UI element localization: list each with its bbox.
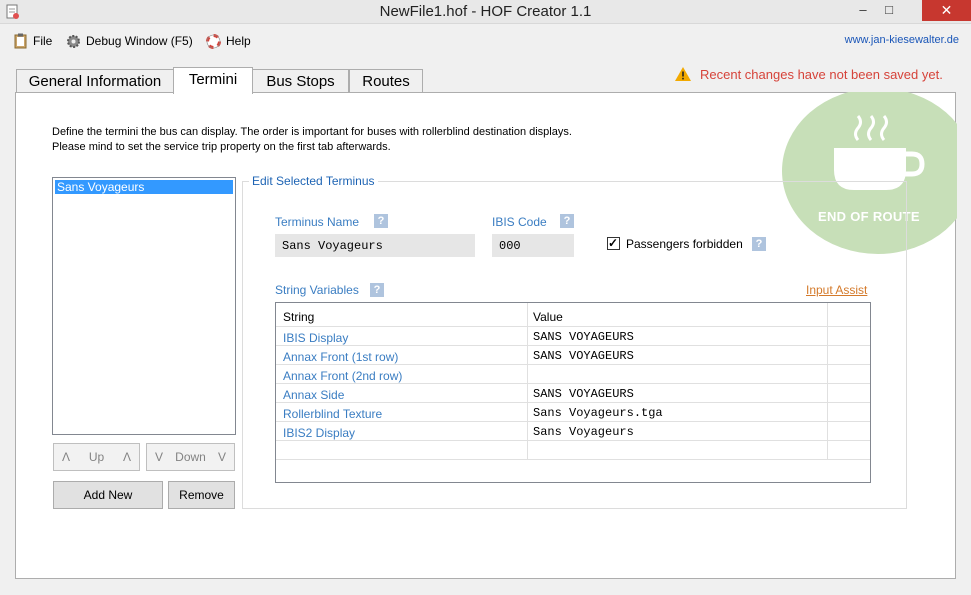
move-down-button[interactable]: V Down V bbox=[146, 443, 235, 471]
string-variables-help-icon[interactable]: ? bbox=[370, 283, 384, 297]
menu-help-label: Help bbox=[226, 34, 251, 48]
move-up-label: Up bbox=[88, 450, 105, 464]
table-row[interactable]: Annax Front (2nd row) bbox=[276, 365, 870, 384]
menu-file[interactable]: File bbox=[14, 32, 52, 50]
terminus-name-input[interactable]: Sans Voyageurs bbox=[275, 234, 475, 257]
lifebuoy-icon bbox=[206, 33, 221, 49]
move-down-label: Down bbox=[175, 450, 206, 464]
maximize-button[interactable]: □ bbox=[876, 0, 902, 21]
website-link[interactable]: www.jan-kiesewalter.de bbox=[845, 34, 959, 46]
row-string: Annax Side bbox=[283, 388, 345, 402]
gear-icon bbox=[67, 34, 80, 48]
table-row[interactable]: Annax Side SANS VOYAGEURS bbox=[276, 384, 870, 403]
table-row[interactable]: IBIS Display SANS VOYAGEURS bbox=[276, 327, 870, 346]
table-header: String Value bbox=[276, 303, 870, 327]
add-new-button[interactable]: Add New bbox=[53, 481, 163, 509]
passengers-forbidden-label[interactable]: Passengers forbidden bbox=[626, 237, 743, 251]
row-string: IBIS2 Display bbox=[283, 426, 356, 440]
menu-help[interactable]: Help bbox=[206, 32, 251, 50]
menu-debug-label: Debug Window (F5) bbox=[86, 34, 193, 48]
unsaved-warning: Recent changes have not been saved yet. bbox=[674, 66, 943, 82]
checkmark-icon: ✓ bbox=[608, 236, 619, 250]
table-row[interactable]: IBIS2 Display Sans Voyageurs bbox=[276, 422, 870, 441]
tab-bus-stops[interactable]: Bus Stops bbox=[252, 69, 349, 93]
row-value[interactable]: Sans Voyageurs.tga bbox=[533, 406, 663, 420]
intro-text: Define the termini the bus can display. … bbox=[52, 125, 572, 155]
title-bar: NewFile1.hof - HOF Creator 1.1 – □ ✕ bbox=[0, 0, 971, 24]
ibis-code-input[interactable]: 000 bbox=[492, 234, 574, 257]
termini-listbox[interactable]: Sans Voyageurs bbox=[52, 177, 236, 435]
window-title: NewFile1.hof - HOF Creator 1.1 bbox=[379, 3, 592, 20]
input-assist-link[interactable]: Input Assist bbox=[806, 283, 867, 297]
row-string: Annax Front (1st row) bbox=[283, 350, 399, 364]
row-value[interactable]: SANS VOYAGEURS bbox=[533, 387, 634, 401]
row-value[interactable]: Sans Voyageurs bbox=[533, 425, 634, 439]
table-row[interactable]: Rollerblind Texture Sans Voyageurs.tga bbox=[276, 403, 870, 422]
menu-debug-window[interactable]: Debug Window (F5) bbox=[66, 32, 193, 50]
minimize-button[interactable]: – bbox=[850, 0, 876, 21]
up-arrow-icon: Λ bbox=[62, 450, 71, 464]
column-header-value[interactable]: Value bbox=[533, 310, 563, 324]
tab-routes[interactable]: Routes bbox=[349, 69, 423, 93]
passengers-forbidden-help-icon[interactable]: ? bbox=[752, 237, 766, 251]
column-header-string[interactable]: String bbox=[283, 310, 314, 324]
row-value[interactable]: SANS VOYAGEURS bbox=[533, 349, 634, 363]
group-title: Edit Selected Terminus bbox=[249, 174, 378, 188]
down-arrow-icon: V bbox=[217, 450, 226, 464]
row-value[interactable]: SANS VOYAGEURS bbox=[533, 330, 634, 344]
remove-button[interactable]: Remove bbox=[168, 481, 235, 509]
clipboard-icon bbox=[14, 33, 27, 49]
ibis-code-label: IBIS Code bbox=[492, 215, 547, 229]
intro-line-2: Please mind to set the service trip prop… bbox=[52, 141, 391, 153]
warning-icon bbox=[675, 67, 691, 81]
row-string: IBIS Display bbox=[283, 331, 349, 345]
tab-termini[interactable]: Termini bbox=[173, 67, 253, 94]
move-up-button[interactable]: Λ Up Λ bbox=[53, 443, 140, 471]
row-string: Annax Front (2nd row) bbox=[283, 369, 403, 383]
intro-line-1: Define the termini the bus can display. … bbox=[52, 126, 572, 138]
string-variables-label: String Variables bbox=[275, 283, 359, 297]
table-row[interactable]: Annax Front (1st row) SANS VOYAGEURS bbox=[276, 346, 870, 365]
passengers-forbidden-checkbox[interactable]: ✓ bbox=[607, 236, 620, 250]
menu-bar: File Debug Window (F5) Help www.jan-kies… bbox=[0, 25, 971, 55]
close-button[interactable]: ✕ bbox=[922, 0, 971, 21]
terminus-name-label: Terminus Name bbox=[275, 215, 360, 229]
string-variables-table: String Value IBIS Display SANS VOYAGEURS… bbox=[275, 302, 871, 483]
up-arrow-icon: Λ bbox=[122, 450, 131, 464]
tab-general-information[interactable]: General Information bbox=[16, 69, 174, 93]
list-item[interactable]: Sans Voyageurs bbox=[55, 180, 233, 194]
down-arrow-icon: V bbox=[155, 450, 164, 464]
unsaved-warning-text: Recent changes have not been saved yet. bbox=[700, 66, 943, 82]
table-row-new[interactable] bbox=[276, 441, 870, 460]
row-string: Rollerblind Texture bbox=[283, 407, 383, 421]
terminus-name-help-icon[interactable]: ? bbox=[374, 214, 388, 228]
ibis-code-help-icon[interactable]: ? bbox=[560, 214, 574, 228]
menu-file-label: File bbox=[33, 34, 53, 48]
